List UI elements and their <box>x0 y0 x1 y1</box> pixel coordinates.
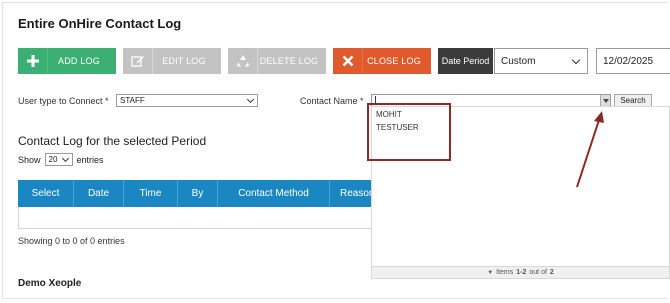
annotation-arrow <box>576 111 604 188</box>
